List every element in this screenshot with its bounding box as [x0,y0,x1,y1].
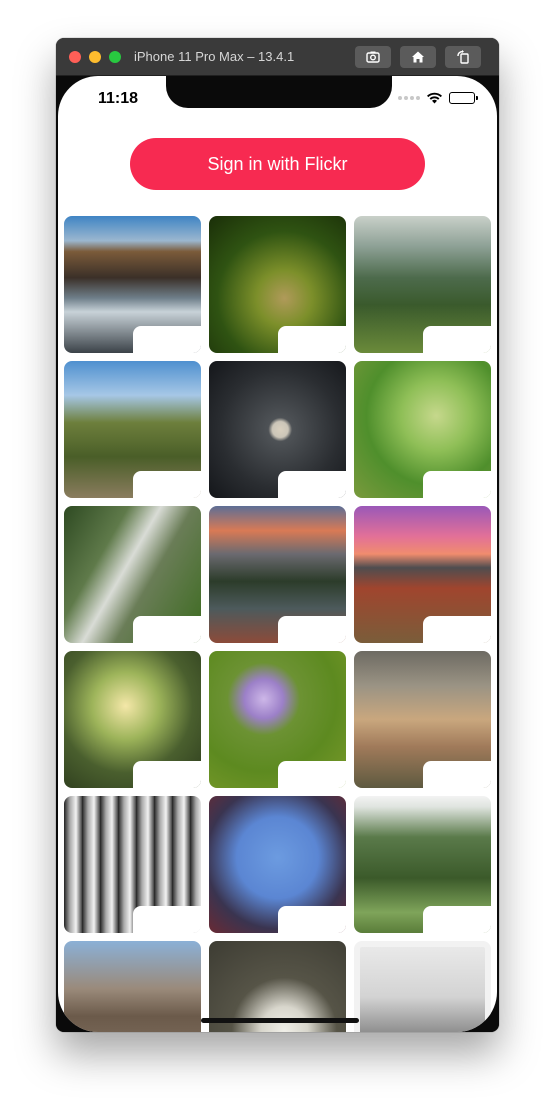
home-button[interactable] [400,46,436,68]
photo-tile[interactable] [64,796,201,933]
photo-label [423,906,491,933]
photo-label [423,616,491,643]
photo-label [423,761,491,788]
status-time: 11:18 [98,90,139,107]
sign-in-with-flickr-button[interactable]: Sign in with Flickr [130,138,425,190]
wifi-icon [427,92,442,104]
phone-screen: 11:18 Sign in with Flickr [58,76,497,1032]
battery-icon [449,92,478,104]
photo-tile[interactable] [354,216,491,353]
photo-label [133,616,201,643]
screenshot-icon [366,51,380,63]
minimize-window-button[interactable] [89,51,101,63]
photo-label [133,761,201,788]
page: iPhone 11 Pro Max – 13.4.1 11:18 Sign in… [0,0,555,1106]
titlebar: iPhone 11 Pro Max – 13.4.1 [56,38,499,76]
photo-label [423,471,491,498]
screenshot-button[interactable] [355,46,391,68]
photo-label [278,326,346,353]
status-icons [398,92,478,104]
photo-tile[interactable] [209,506,346,643]
photo-label [133,471,201,498]
photo-tile[interactable] [64,361,201,498]
photo-label [278,616,346,643]
photo-label [278,761,346,788]
photo-tile[interactable] [209,216,346,353]
zoom-window-button[interactable] [109,51,121,63]
rotate-button[interactable] [445,46,481,68]
photo-tile[interactable] [64,941,201,1032]
photo-tile[interactable] [209,651,346,788]
photo-tile[interactable] [354,941,491,1032]
photo-label [278,471,346,498]
signal-dots-icon [398,96,420,100]
photo-tile[interactable] [64,506,201,643]
notch [166,76,392,108]
photo-tile[interactable] [64,216,201,353]
photo-grid [64,216,491,1032]
photo-tile[interactable] [209,796,346,933]
home-indicator[interactable] [201,1018,359,1023]
photo-tile[interactable] [209,361,346,498]
rotate-icon [457,50,469,64]
photo-tile[interactable] [354,796,491,933]
photo-tile[interactable] [64,651,201,788]
photo-tile[interactable] [354,506,491,643]
close-window-button[interactable] [69,51,81,63]
photo-label [423,326,491,353]
photo-tile[interactable] [354,361,491,498]
home-icon [412,51,424,63]
window-title: iPhone 11 Pro Max – 13.4.1 [134,49,295,64]
photo-label [133,326,201,353]
simulator-window: iPhone 11 Pro Max – 13.4.1 11:18 Sign in… [56,38,499,1032]
photo-label [278,906,346,933]
photo-label [133,906,201,933]
photo-tile[interactable] [354,651,491,788]
